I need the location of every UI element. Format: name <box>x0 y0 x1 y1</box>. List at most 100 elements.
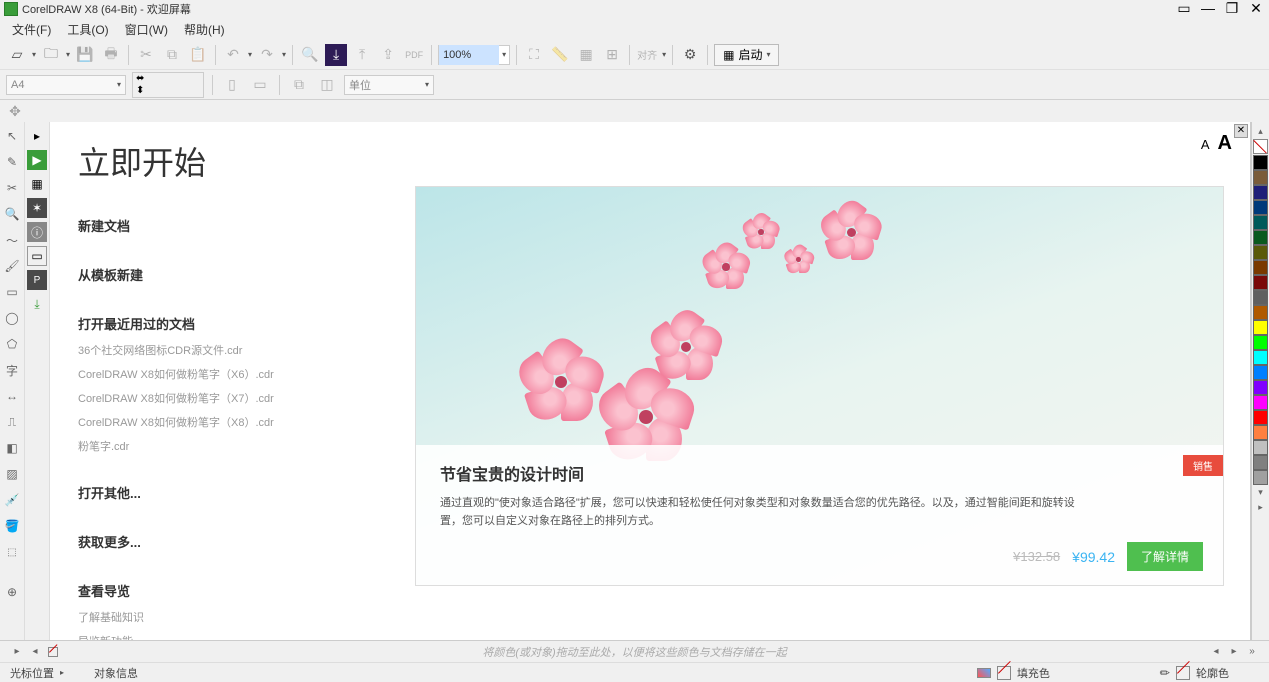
text-tool[interactable]: 字 <box>2 360 22 380</box>
nav-flyout[interactable]: » <box>1245 645 1259 659</box>
color-swatch[interactable] <box>1253 395 1268 410</box>
grid-button[interactable]: ▦ <box>575 44 597 66</box>
redo-dropdown[interactable]: ▾ <box>282 50 286 59</box>
palette-up[interactable]: ▴ <box>1258 124 1263 139</box>
smartfill-tool[interactable]: ⬚ <box>2 542 22 562</box>
pdf-button[interactable]: PDF <box>403 44 425 66</box>
color-swatch[interactable] <box>1253 155 1268 170</box>
color-swatch[interactable] <box>1253 410 1268 425</box>
zoom-input[interactable] <box>439 45 499 65</box>
snap-button[interactable]: 对齐 <box>636 44 658 66</box>
eyedropper-tool[interactable]: 💉 <box>2 490 22 510</box>
recent-file[interactable]: CorelDRAW X8如何做粉笔字（X6）.cdr <box>78 365 338 383</box>
portrait-button[interactable]: ▯ <box>221 74 243 96</box>
recent-file[interactable]: 36个社交网络图标CDR源文件.cdr <box>78 341 338 359</box>
pagesize-combo[interactable]: A4▾ <box>6 75 126 95</box>
connector-tool[interactable]: ⎍ <box>2 412 22 432</box>
color-swatch[interactable] <box>1253 245 1268 260</box>
welcome-close-button[interactable]: ✕ <box>1234 124 1248 138</box>
customize-toolbox[interactable]: ⊕ <box>2 582 22 602</box>
search-button[interactable]: 🔍 <box>299 44 321 66</box>
snap-dropdown[interactable]: ▾ <box>662 50 666 59</box>
color-swatch[interactable] <box>1253 440 1268 455</box>
undo-dropdown[interactable]: ▾ <box>248 50 252 59</box>
zoom-combo[interactable]: ▾ <box>438 45 510 65</box>
all-pages-button[interactable]: ⧉ <box>288 74 310 96</box>
color-swatch[interactable] <box>1253 170 1268 185</box>
color-swatch[interactable] <box>1253 350 1268 365</box>
docker-pages[interactable]: P <box>27 270 47 290</box>
no-color-swatch[interactable] <box>1253 139 1268 154</box>
rulers-button[interactable]: 📏 <box>549 44 571 66</box>
tour-basics[interactable]: 了解基础知识 <box>78 608 338 626</box>
undo-button[interactable]: ↶ <box>222 44 244 66</box>
color-swatch[interactable] <box>1253 275 1268 290</box>
zoom-tool[interactable]: 🔍 <box>2 204 22 224</box>
color-swatch[interactable] <box>1253 320 1268 335</box>
page-dimensions[interactable]: ⬌ ⬍ <box>132 72 204 98</box>
ellipse-tool[interactable]: ◯ <box>2 308 22 328</box>
fullscreen-button[interactable]: ⛶ <box>523 44 545 66</box>
current-page-button[interactable]: ◫ <box>316 74 338 96</box>
docker-symbols[interactable]: ✶ <box>27 198 47 218</box>
color-swatch[interactable] <box>1253 380 1268 395</box>
fill-tool[interactable]: 🪣 <box>2 516 22 536</box>
color-swatch[interactable] <box>1253 470 1268 485</box>
shape-tool[interactable]: ✎ <box>2 152 22 172</box>
palette-flyout[interactable]: ▸ <box>1258 500 1263 515</box>
cut-button[interactable]: ✂ <box>135 44 157 66</box>
font-size-small[interactable]: A <box>1201 137 1210 152</box>
open-dropdown[interactable]: ▾ <box>66 50 70 59</box>
artistic-tool[interactable]: 🖌 <box>2 256 22 276</box>
zoom-dropdown[interactable]: ▾ <box>499 50 509 59</box>
redo-button[interactable]: ↷ <box>256 44 278 66</box>
palette-down[interactable]: ▾ <box>1258 485 1263 500</box>
rectangle-tool[interactable]: ▭ <box>2 282 22 302</box>
tour-new[interactable]: 导览新功能 <box>78 632 338 640</box>
outline-indicator[interactable]: ✎ 轮廓色 <box>1160 665 1229 681</box>
landscape-button[interactable]: ▭ <box>249 74 271 96</box>
launch-dropdown[interactable]: ▾ <box>766 50 770 59</box>
color-swatch[interactable] <box>1253 215 1268 230</box>
save-button[interactable]: 💾 <box>74 44 96 66</box>
menu-file[interactable]: 文件(F) <box>6 19 57 40</box>
menu-help[interactable]: 帮助(H) <box>178 19 231 40</box>
nav-none[interactable] <box>46 645 60 659</box>
learn-more-button[interactable]: 了解详情 <box>1127 542 1203 571</box>
copy-button[interactable]: ⧉ <box>161 44 183 66</box>
polygon-tool[interactable]: ⬠ <box>2 334 22 354</box>
launch-button[interactable]: ▦ 启动 ▾ <box>714 44 779 66</box>
link-open-other[interactable]: 打开其他... <box>78 481 338 504</box>
color-swatch[interactable] <box>1253 365 1268 380</box>
close-button[interactable]: ✕ <box>1247 2 1265 16</box>
dropshadow-tool[interactable]: ◧ <box>2 438 22 458</box>
import-button[interactable]: ⤓ <box>325 44 347 66</box>
new-button[interactable]: ▱ <box>6 44 28 66</box>
docker-get-started[interactable]: ▶ <box>27 150 47 170</box>
color-swatch[interactable] <box>1253 185 1268 200</box>
nav-right[interactable]: ▸ <box>1227 645 1241 659</box>
docker-download[interactable]: ⤓ <box>27 294 47 314</box>
nav-prev[interactable]: ▸ <box>10 645 24 659</box>
paste-button[interactable]: 📋 <box>187 44 209 66</box>
color-swatch[interactable] <box>1253 290 1268 305</box>
open-button[interactable]: 🗀 <box>40 44 62 66</box>
color-swatch[interactable] <box>1253 305 1268 320</box>
color-swatch[interactable] <box>1253 260 1268 275</box>
maximize-button[interactable]: ❐ <box>1223 2 1241 16</box>
docker-hints[interactable]: ▸ <box>27 126 47 146</box>
units-combo[interactable]: 单位▾ <box>344 75 434 95</box>
new-dropdown[interactable]: ▾ <box>32 50 36 59</box>
color-swatch[interactable] <box>1253 425 1268 440</box>
crop-tool[interactable]: ✂ <box>2 178 22 198</box>
transparency-tool[interactable]: ▨ <box>2 464 22 484</box>
docker-properties[interactable]: ⓘ <box>27 222 47 242</box>
pick-tool[interactable]: ↖ <box>2 126 22 146</box>
recent-file[interactable]: CorelDRAW X8如何做粉笔字（X7）.cdr <box>78 389 338 407</box>
nav-menu[interactable]: ◂ <box>28 645 42 659</box>
minimize-button[interactable]: — <box>1199 2 1217 16</box>
link-get-more[interactable]: 获取更多... <box>78 530 338 553</box>
guides-button[interactable]: ⊞ <box>601 44 623 66</box>
dimension-tool[interactable]: ↔ <box>2 386 22 406</box>
color-swatch[interactable] <box>1253 230 1268 245</box>
